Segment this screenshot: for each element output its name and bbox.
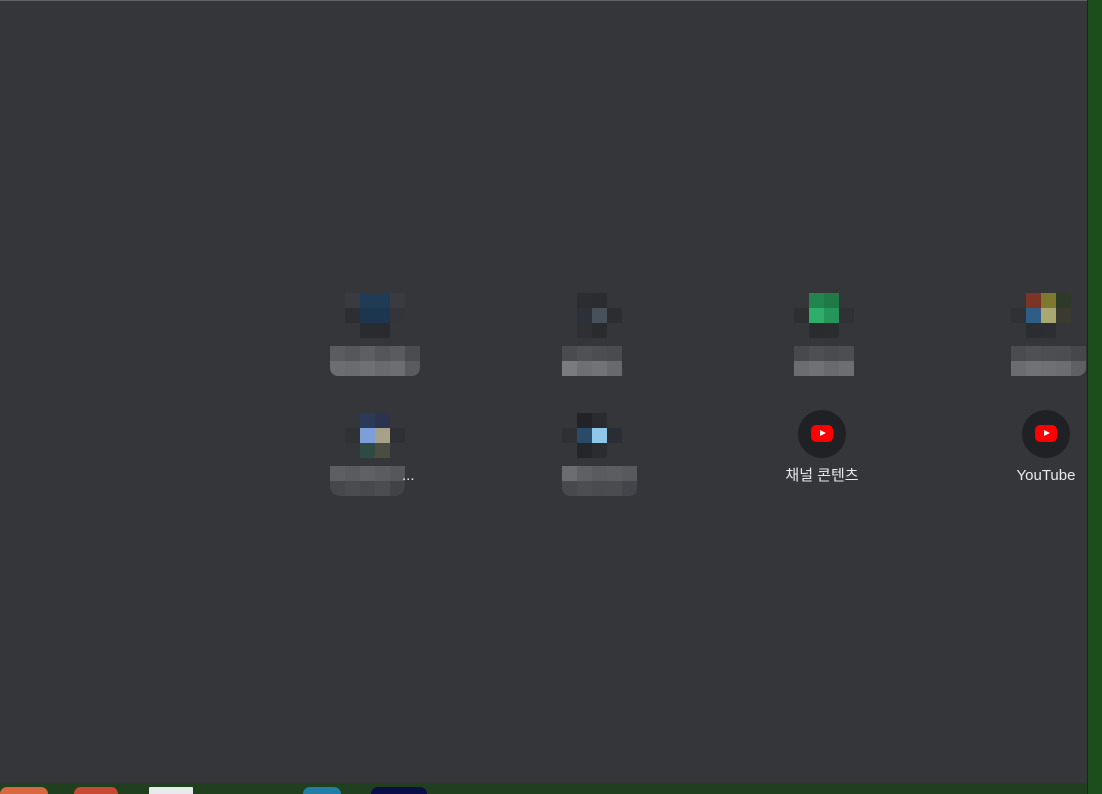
shortcut-tile-1[interactable] (318, 282, 430, 394)
shortcut-title-youtube: YouTube (1016, 467, 1076, 484)
taskbar-app-icon-1[interactable] (0, 787, 48, 794)
shortcut-title-1 (324, 346, 424, 366)
blurred-title-5 (330, 466, 405, 496)
shortcut-tile-6[interactable] (430, 402, 637, 514)
shortcut-title-3 (548, 346, 648, 366)
shortcut-title-channel-content: 채널 콘텐츠 (785, 467, 859, 484)
youtube-icon (811, 425, 833, 442)
taskbar-app-icon-3[interactable] (149, 787, 193, 794)
shortcut-tile-5[interactable]: ... (318, 402, 430, 514)
new-tab-page: ... 채널 콘텐츠 YouTube (0, 0, 1087, 783)
shortcut-title-4 (660, 346, 760, 366)
taskbar-app-icon-5[interactable] (371, 787, 427, 794)
shortcut-tile-3[interactable] (542, 282, 854, 394)
shortcut-tile-channel-content[interactable]: 채널 콘텐츠 (542, 402, 859, 514)
shortcut-tile-youtube[interactable]: YouTube (654, 402, 1075, 514)
blurred-favicon-5 (345, 413, 405, 458)
shortcut-icon-circle (1022, 410, 1070, 458)
blurred-title-4 (1011, 346, 1086, 376)
youtube-icon (1035, 425, 1057, 442)
taskbar-app-icon-2[interactable] (74, 787, 118, 794)
blurred-title-3 (794, 346, 854, 376)
shortcut-grid: ... 채널 콘텐츠 YouTube (318, 282, 1086, 514)
taskbar-app-icon-4[interactable] (303, 787, 341, 794)
shortcut-tile-2[interactable] (430, 282, 622, 394)
shortcut-title-5: ... (402, 467, 414, 484)
desktop-background-edge (1087, 0, 1102, 794)
blurred-favicon-1 (345, 293, 405, 338)
blurred-favicon-3 (794, 293, 854, 338)
shortcut-title-2 (436, 346, 536, 366)
taskbar (0, 783, 1087, 794)
blurred-favicon-4 (1011, 293, 1071, 338)
shortcut-icon-circle (798, 410, 846, 458)
shortcut-title-6 (436, 466, 536, 486)
shortcut-tile-4[interactable] (654, 282, 1086, 394)
